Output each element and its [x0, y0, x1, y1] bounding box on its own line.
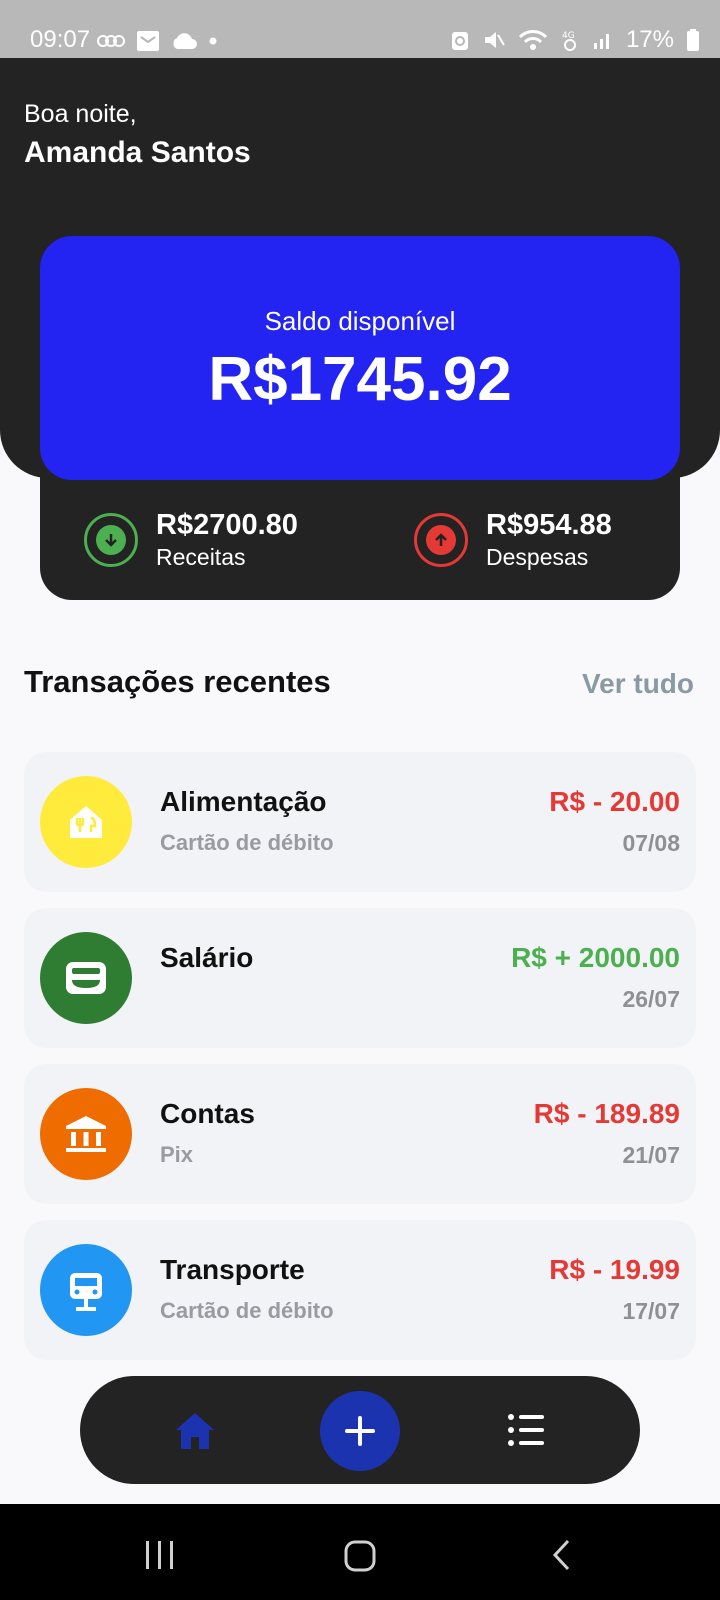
signal-4g-icon: 4G [562, 31, 576, 51]
mute-icon [484, 32, 505, 48]
back-icon[interactable] [550, 1538, 572, 1577]
status-left-icons [96, 30, 218, 52]
status-bar: 09:07 4G 17% [0, 0, 720, 58]
transaction-item[interactable]: Contas Pix R$ - 189.89 21/07 [24, 1064, 696, 1204]
transaction-method: Cartão de débito [160, 1298, 334, 1323]
add-transaction-button[interactable] [320, 1391, 400, 1471]
signal-icon [593, 34, 609, 49]
transaction-date: 21/07 [622, 1142, 680, 1168]
plus-icon [345, 1416, 375, 1446]
voicemail-icon [97, 35, 125, 47]
dot-icon [209, 37, 217, 45]
section-title: Transações recentes [24, 664, 331, 699]
transaction-list: Alimentação Cartão de débito R$ - 20.00 … [24, 752, 696, 1376]
transaction-name: Salário [160, 942, 254, 973]
bank-icon [40, 1088, 132, 1180]
battery-icon [687, 29, 699, 51]
restaurant-icon [40, 776, 132, 868]
balance-label: Saldo disponível [264, 306, 456, 336]
recent-apps-icon[interactable] [144, 1540, 176, 1575]
car-icon [40, 1244, 132, 1336]
status-right-icons: 4G 17% [450, 26, 700, 54]
see-all-link[interactable]: Ver tudo [582, 668, 694, 700]
wallet-icon [40, 932, 132, 1024]
home-icon[interactable] [172, 1408, 218, 1454]
balance-value: R$1745.92 [208, 345, 512, 414]
expense-label: Despesas [486, 544, 589, 570]
transaction-method: Cartão de débito [160, 830, 334, 855]
list-icon[interactable] [506, 1410, 546, 1450]
transaction-method: Pix [160, 1142, 194, 1167]
mail-icon [137, 31, 159, 51]
system-nav-bar [0, 1504, 720, 1600]
transaction-amount: R$ - 20.00 [549, 786, 680, 817]
income-label: Receitas [156, 544, 246, 570]
transaction-date: 07/08 [622, 830, 680, 856]
greeting-text: Boa noite, [24, 100, 137, 128]
system-home-icon[interactable] [344, 1540, 376, 1577]
transaction-amount: R$ + 2000.00 [511, 942, 680, 973]
transaction-date: 17/07 [622, 1298, 680, 1324]
transaction-name: Alimentação [160, 786, 327, 817]
expense-stat: R$954.88 Despesas [414, 508, 612, 572]
transaction-item[interactable]: Salário R$ + 2000.00 26/07 [24, 908, 696, 1048]
transaction-date: 26/07 [622, 986, 680, 1012]
transaction-amount: R$ - 19.99 [549, 1254, 680, 1285]
bottom-nav [80, 1376, 640, 1484]
transaction-item[interactable]: Transporte Cartão de débito R$ - 19.99 1… [24, 1220, 696, 1360]
income-value: R$2700.80 [156, 509, 298, 541]
balance-card: Saldo disponível R$1745.92 [40, 236, 680, 480]
income-stat: R$2700.80 Receitas [84, 508, 298, 572]
user-name: Amanda Santos [24, 136, 251, 169]
expense-value: R$954.88 [486, 509, 612, 541]
transaction-name: Transporte [160, 1254, 305, 1285]
wifi-icon [518, 30, 548, 50]
transaction-name: Contas [160, 1098, 255, 1129]
transaction-item[interactable]: Alimentação Cartão de débito R$ - 20.00 … [24, 752, 696, 892]
status-time: 09:07 [30, 26, 91, 53]
battery-percent: 17% [625, 26, 674, 53]
arrow-down-icon [84, 513, 138, 567]
arrow-up-icon [414, 513, 468, 567]
cloud-icon [173, 33, 197, 49]
transaction-amount: R$ - 189.89 [533, 1098, 680, 1129]
recycle-icon [451, 32, 468, 50]
